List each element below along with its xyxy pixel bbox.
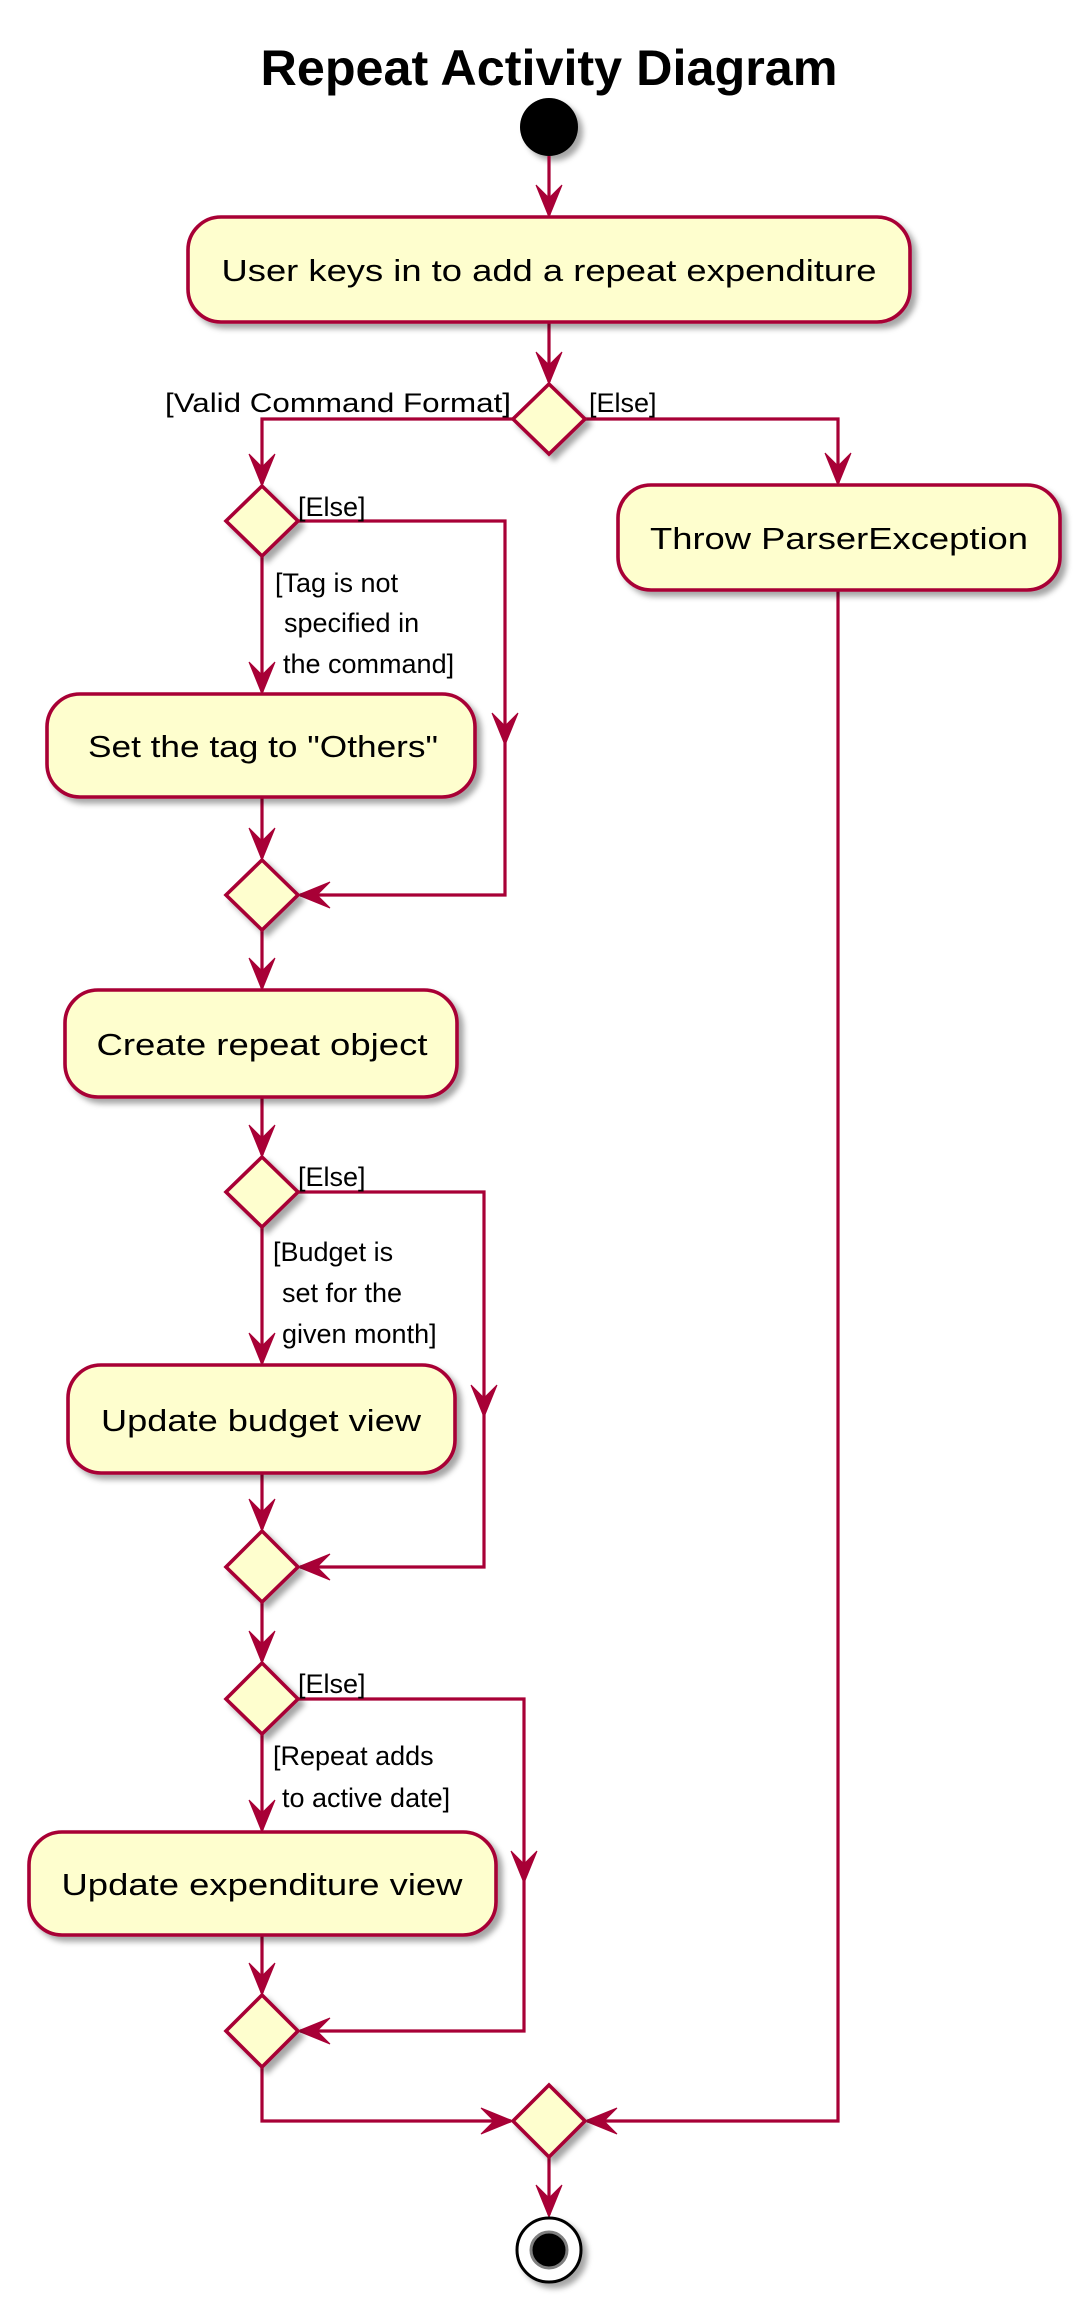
guard-else: [Else] <box>298 1162 366 1192</box>
decision-command-format <box>510 381 588 457</box>
guard-tag-not-specified: [Tag is not <box>275 568 399 598</box>
activity-label: User keys in to add a repeat expenditure <box>222 253 877 288</box>
guard-budget-set: [Budget is <box>273 1237 393 1267</box>
merge-final <box>510 2082 588 2160</box>
guard-line: [Tag is not <box>275 568 399 598</box>
activity-label: Create repeat object <box>97 1027 428 1062</box>
diagram-title: Repeat Activity Diagram <box>261 40 838 96</box>
start-node <box>520 98 578 156</box>
guard-budget-set-line3: given month] <box>282 1319 437 1349</box>
decision-tag-check <box>223 483 301 559</box>
activity-label: Update expenditure view <box>62 1867 464 1902</box>
guard-else: [Else] <box>589 388 657 418</box>
guard-budget-set-line2: set for the <box>282 1278 402 1308</box>
guard-valid-command-format: [Valid Command Format] <box>165 388 511 418</box>
activity-update-expenditure: Update expenditure view <box>27 1830 498 1937</box>
flow-exception-to-end-merge <box>587 590 840 2123</box>
activity-create-repeat: Create repeat object <box>63 988 459 1099</box>
guard-else: [Else] <box>298 1669 366 1699</box>
activity-label: Throw ParserException <box>650 521 1028 556</box>
decision-budget-check <box>223 1154 301 1230</box>
flow-valid-format-branch <box>260 417 513 484</box>
activity-label: Update budget view <box>101 1403 422 1438</box>
flow-merge-to-end-merge <box>260 2067 511 2123</box>
guard-tag-not-specified-line2: specified in <box>284 608 419 638</box>
activity-user-input: User keys in to add a repeat expenditure <box>186 215 912 324</box>
guard-else: [Else] <box>298 492 366 522</box>
end-node <box>515 2216 583 2284</box>
activity-diagram: Repeat Activity Diagram User keys in to … <box>27 40 1062 2284</box>
guard-tag-not-specified-line3: the command] <box>283 649 454 679</box>
activity-update-budget: Update budget view <box>66 1363 457 1475</box>
merge-active-date <box>223 1992 301 2070</box>
merge-tag <box>223 857 301 933</box>
activity-throw-exception: Throw ParserException <box>616 483 1062 592</box>
end-node-inner <box>529 2230 569 2270</box>
merge-budget <box>223 1528 301 1605</box>
flow-invalid-format-branch <box>585 417 840 483</box>
decision-active-date-check <box>223 1660 301 1737</box>
guard-repeat-adds: [Repeat adds <box>273 1741 434 1771</box>
activity-set-tag: Set the tag to "Others" <box>45 692 477 799</box>
guard-repeat-adds-line2: to active date] <box>282 1783 450 1813</box>
activity-label: Set the tag to "Others" <box>88 729 438 764</box>
